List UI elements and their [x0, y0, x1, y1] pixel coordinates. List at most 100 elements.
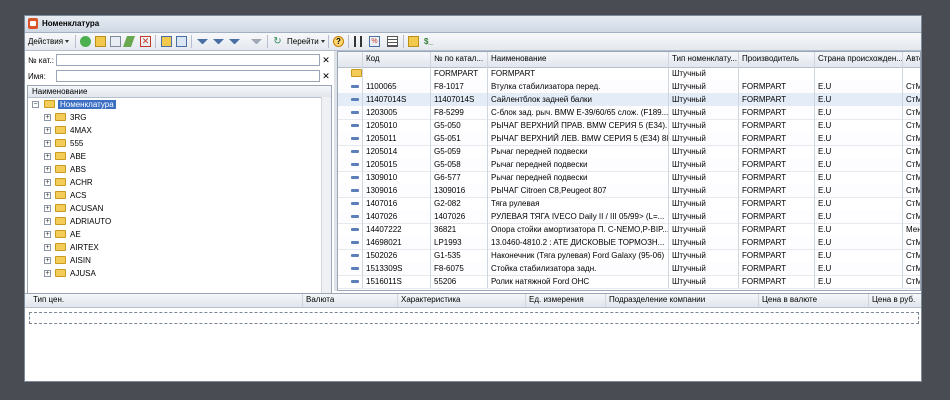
- extra-command[interactable]: $_: [424, 37, 433, 46]
- column-header-author[interactable]: Автор: [903, 52, 920, 67]
- cell-code: 1407016: [363, 197, 431, 210]
- collapse-icon[interactable]: −: [32, 101, 39, 108]
- table-row[interactable]: 1502026 G1-535 Наконечник (Тяга рулевая) F…: [338, 249, 920, 263]
- column-header-name[interactable]: Наименование: [488, 52, 669, 67]
- clear-filter-icon[interactable]: [251, 39, 262, 44]
- table-row[interactable]: FORMPART FORMPART Штучный: [338, 67, 920, 81]
- tree-item[interactable]: + AISIN: [28, 254, 321, 267]
- table-row[interactable]: 1205014 G5-059 Рычаг передней подвески Штуч…: [338, 145, 920, 159]
- tree-item[interactable]: + AIRTEX: [28, 241, 321, 254]
- expand-icon[interactable]: +: [44, 218, 51, 225]
- actions-menu[interactable]: Действия: [28, 37, 70, 46]
- item-icon: [351, 202, 359, 205]
- clear-name-icon[interactable]: ✕: [321, 71, 331, 81]
- expand-icon[interactable]: +: [44, 114, 51, 121]
- column-header-characteristic[interactable]: Характеристика: [398, 294, 526, 307]
- table-row[interactable]: 1100065 F8-1017 Втулка стабилизатора перед…: [338, 80, 920, 94]
- tree-item[interactable]: + ADRIAUTO: [28, 215, 321, 228]
- tree-item[interactable]: +3RG: [28, 111, 321, 124]
- cell-name: Тяга рулевая: [488, 197, 669, 210]
- table-row[interactable]: 1407026 1407026 РУЛЕВАЯ ТЯГА IVECO Daily I…: [338, 210, 920, 224]
- column-header-catalog[interactable]: № по катал...: [431, 52, 488, 67]
- column-header-unit[interactable]: Ед. измерения: [526, 294, 606, 307]
- expand-icon[interactable]: +: [44, 179, 51, 186]
- tree-item[interactable]: +555: [28, 137, 321, 150]
- table-row[interactable]: 1205010 G5-050 РЫЧАГ ВЕРХНИЙ ПРАВ. BMW СЕР…: [338, 119, 920, 133]
- row-marker: [338, 236, 363, 249]
- copy-icon[interactable]: [110, 36, 121, 47]
- column-header-division[interactable]: Подразделение компании: [606, 294, 759, 307]
- expand-icon[interactable]: +: [44, 231, 51, 238]
- add-folder-icon[interactable]: [95, 36, 106, 47]
- column-header-country[interactable]: Страна происхожден...: [815, 52, 903, 67]
- delete-icon[interactable]: ✕: [140, 36, 151, 47]
- tree-header[interactable]: Наименование: [28, 86, 331, 98]
- table-row[interactable]: 1513309S F8-6075 Стойка стабилизатора задн…: [338, 262, 920, 276]
- goto-menu[interactable]: Перейти: [287, 37, 325, 46]
- cell-author: СтМе: [903, 184, 920, 197]
- expand-icon[interactable]: +: [44, 244, 51, 251]
- expand-icon[interactable]: +: [44, 153, 51, 160]
- row-marker: [338, 210, 363, 223]
- row-marker: [338, 80, 363, 93]
- column-header-price-rub[interactable]: Цена в руб.: [869, 294, 921, 307]
- tree-item[interactable]: +4MAX: [28, 124, 321, 137]
- percent-icon[interactable]: %: [369, 36, 380, 47]
- expand-icon[interactable]: +: [44, 270, 51, 277]
- column-header-price-currency[interactable]: Цена в валюте: [759, 294, 869, 307]
- name-input[interactable]: [56, 70, 320, 82]
- table-row[interactable]: 1203005 F8-5299 С-блок зад. рыч. BMW E-39/…: [338, 106, 920, 120]
- table-row[interactable]: 1309016 1309016 РЫЧАГ Citroen C8,Peugeot 8…: [338, 184, 920, 198]
- copy-items-icon[interactable]: [408, 36, 419, 47]
- tree-item[interactable]: + ABS: [28, 163, 321, 176]
- columns-icon[interactable]: [354, 36, 362, 47]
- table-row[interactable]: 1516011S 55206 Ролик натяжной Ford OHC Штуч…: [338, 275, 920, 289]
- expand-icon[interactable]: +: [44, 205, 51, 212]
- column-header-type[interactable]: Тип номенклату...: [669, 52, 739, 67]
- add-icon[interactable]: [80, 36, 91, 47]
- expand-icon[interactable]: +: [44, 140, 51, 147]
- tree-root[interactable]: − Номенклатура: [28, 98, 321, 111]
- table-row[interactable]: 1205015 G5-058 Рычаг передней подвески Штуч…: [338, 158, 920, 172]
- refresh-icon[interactable]: ↻: [272, 36, 283, 47]
- cell-author: СтМе: [903, 262, 920, 275]
- table-row[interactable]: 14407222 36821 Опора стойки амортизатора П…: [338, 223, 920, 237]
- edit-icon[interactable]: [122, 36, 136, 47]
- column-header-code[interactable]: Код: [363, 52, 431, 67]
- cell-catalog: 36821: [431, 223, 488, 236]
- help-icon[interactable]: ?: [333, 36, 344, 47]
- clear-catalog-icon[interactable]: ✕: [321, 55, 331, 65]
- expand-icon[interactable]: +: [44, 257, 51, 264]
- toolbar-separator: [267, 35, 268, 48]
- hierarchy-icon[interactable]: [161, 36, 172, 47]
- tree-item[interactable]: + ACUSAN: [28, 202, 321, 215]
- list-icon[interactable]: [387, 36, 398, 47]
- cell-catalog: 1407026: [431, 210, 488, 223]
- column-header-currency[interactable]: Валюта: [303, 294, 398, 307]
- tree-item[interactable]: + AJUSA: [28, 267, 321, 280]
- filter-list-icon[interactable]: [229, 39, 240, 44]
- toolbar-separator: [191, 35, 192, 48]
- tree-item[interactable]: + AE: [28, 228, 321, 241]
- tree-scrollbar[interactable]: [321, 97, 331, 321]
- cell-name: Втулка стабилизатора перед.: [488, 80, 669, 93]
- catalog-number-input[interactable]: [56, 54, 320, 66]
- expand-icon[interactable]: +: [44, 166, 51, 173]
- column-header-price-type[interactable]: Тип цен.: [25, 294, 303, 307]
- expand-icon[interactable]: +: [44, 127, 51, 134]
- item-icon: [351, 111, 359, 114]
- filter-icon[interactable]: [197, 39, 208, 44]
- table-row[interactable]: 11407014S 11407014S Сайлентблок задней бал…: [338, 93, 920, 107]
- tree-item[interactable]: + ACS: [28, 189, 321, 202]
- table-row[interactable]: 14698021 LP1993 13.0460-4810.2 : ATE ДИСКО…: [338, 236, 920, 250]
- table-row[interactable]: 1407016 G2-082 Тяга рулевая Штучный FORMPART…: [338, 197, 920, 211]
- table-row[interactable]: 1205011 G5-051 РЫЧАГ ВЕРХНИЙ ЛЕВ. BMW СЕРИ…: [338, 132, 920, 146]
- column-header-maker[interactable]: Производитель: [739, 52, 815, 67]
- table-row[interactable]: 1309010 G6-577 Рычаг передней подвески Штуч…: [338, 171, 920, 185]
- tree-item[interactable]: + ACHR: [28, 176, 321, 189]
- prices-empty-row[interactable]: [29, 312, 919, 324]
- move-to-group-icon[interactable]: [176, 36, 187, 47]
- tree-item[interactable]: + ABE: [28, 150, 321, 163]
- filter-settings-icon[interactable]: [213, 39, 224, 44]
- expand-icon[interactable]: +: [44, 192, 51, 199]
